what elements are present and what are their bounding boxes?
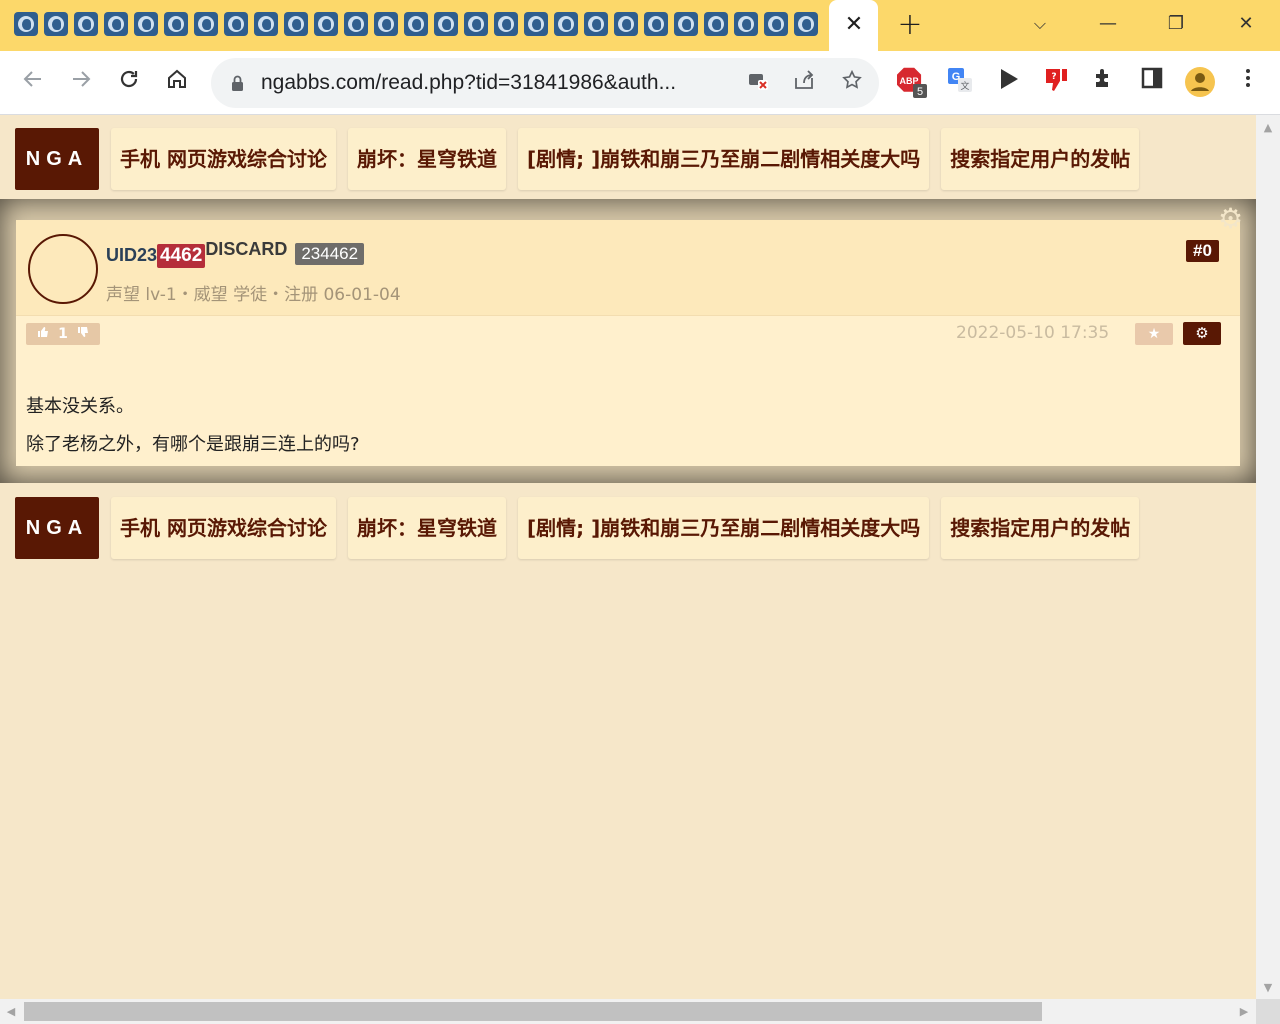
tab-favicon-icon[interactable] — [284, 12, 308, 36]
tab-favicon-icon[interactable] — [254, 12, 278, 36]
svg-text:?: ? — [1051, 72, 1056, 82]
username[interactable]: UID23 4462 DISCARD 234462 — [106, 239, 365, 268]
vote-count: 1 — [58, 326, 68, 342]
post-header: UID23 4462 DISCARD 234462 声望 lv-1・威望 学徒・… — [16, 202, 1243, 316]
browser-toolbar: ngabbs.com/read.php?tid=31841986&auth... — [0, 51, 1280, 115]
tab-favicon-icon[interactable] — [344, 12, 368, 36]
horizontal-scrollbar[interactable]: ◀ ▶ — [0, 999, 1256, 1024]
tab-favicon-icon[interactable] — [794, 12, 818, 36]
address-bar[interactable]: ngabbs.com/read.php?tid=31841986&auth... — [211, 58, 879, 108]
tab-favicon-icon[interactable] — [14, 12, 38, 36]
floor-number[interactable]: #0 — [1186, 240, 1219, 262]
scroll-right-arrow-icon[interactable]: ▶ — [1236, 1005, 1252, 1018]
post-content: 基本没关系。 除了老杨之外，有哪个是跟崩三连上的吗? — [26, 388, 360, 464]
tab-favicon-icon[interactable] — [674, 12, 698, 36]
lock-icon[interactable] — [231, 75, 244, 91]
play-icon[interactable] — [993, 66, 1023, 98]
favorite-star-icon[interactable]: ★ — [1135, 323, 1173, 345]
side-panel-icon[interactable] — [1137, 66, 1167, 98]
tab-favicon-icon[interactable] — [164, 12, 188, 36]
scroll-up-arrow-icon[interactable]: ▲ — [1260, 121, 1276, 134]
scroll-left-arrow-icon[interactable]: ◀ — [3, 1005, 19, 1018]
home-icon[interactable] — [160, 66, 194, 100]
breadcrumb-bottom: NGA 手机 网页游戏综合讨论 崩坏：星穹铁道 [剧情; ]崩铁和崩三乃至崩二剧… — [15, 497, 1140, 559]
post-settings-gear-icon[interactable]: ⚙ — [1183, 322, 1221, 345]
extensions-icon[interactable] — [1089, 66, 1119, 98]
nav-subforum-link[interactable]: 崩坏：星穹铁道 — [347, 128, 506, 190]
thumbs-down-icon[interactable] — [77, 326, 89, 342]
tab-favicon-icon[interactable] — [464, 12, 488, 36]
tab-favicon-icon[interactable] — [734, 12, 758, 36]
nga-logo[interactable]: NGA — [15, 497, 99, 559]
tab-favicon-icon[interactable] — [554, 12, 578, 36]
tab-favicon-icon[interactable] — [704, 12, 728, 36]
back-icon[interactable] — [16, 66, 50, 100]
tab-favicon-icon[interactable] — [584, 12, 608, 36]
scrollbar-corner — [1256, 999, 1280, 1024]
post-card: UID23 4462 DISCARD 234462 声望 lv-1・威望 学徒・… — [16, 202, 1243, 466]
uid-badge[interactable]: 234462 — [295, 243, 365, 265]
camera-blocked-icon[interactable] — [744, 69, 772, 97]
avatar[interactable] — [28, 234, 98, 304]
tab-favicon-icon[interactable] — [314, 12, 338, 36]
profile-icon[interactable] — [1184, 66, 1215, 98]
tab-favicon-icon[interactable] — [374, 12, 398, 36]
nav-forum-link[interactable]: 手机 网页游戏综合讨论 — [111, 128, 336, 190]
uid-highlight: 4462 — [157, 244, 206, 268]
tab-favicon-icon[interactable] — [134, 12, 158, 36]
thumbs-up-icon[interactable] — [37, 326, 49, 342]
tab-favicon-icon[interactable] — [494, 12, 518, 36]
close-window-button[interactable]: ✕ — [1229, 8, 1263, 40]
dislike-icon[interactable]: ? — [1041, 66, 1071, 98]
reload-icon[interactable] — [112, 66, 146, 100]
tab-favicon-icon[interactable] — [434, 12, 458, 36]
settings-faint-icon[interactable]: ⚙ — [1218, 202, 1243, 235]
tab-close-icon[interactable]: ✕ — [842, 11, 866, 39]
tab-favicon-icon[interactable] — [404, 12, 428, 36]
tab-favicon-icon[interactable] — [644, 12, 668, 36]
minimize-button[interactable]: — — [1091, 8, 1125, 40]
tab-favicon-icon[interactable] — [224, 12, 248, 36]
nav-search-user-posts-link[interactable]: 搜索指定用户的发帖 — [941, 128, 1140, 190]
post-timestamp: 2022-05-10 17:35 — [956, 323, 1110, 343]
breadcrumb-top: NGA 手机 网页游戏综合讨论 崩坏：星穹铁道 [剧情; ]崩铁和崩三乃至崩二剧… — [15, 128, 1140, 190]
nav-subforum-link[interactable]: 崩坏：星穹铁道 — [347, 497, 506, 559]
tab-favicon-icon[interactable] — [44, 12, 68, 36]
extension-badge: 5 — [917, 86, 923, 98]
tab-favicon-icon[interactable] — [764, 12, 788, 36]
vote-widget: 1 — [26, 323, 100, 345]
nav-thread-link[interactable]: [剧情; ]崩铁和崩三乃至崩二剧情相关度大吗 — [517, 497, 930, 559]
tab-favicon-icon[interactable] — [614, 12, 638, 36]
post-content-line: 除了老杨之外，有哪个是跟崩三连上的吗? — [26, 434, 360, 455]
share-icon[interactable] — [790, 69, 818, 97]
tab-favicon-icon[interactable] — [194, 12, 218, 36]
restore-button[interactable]: ❐ — [1159, 8, 1193, 40]
uid-suffix: DISCARD — [205, 239, 288, 259]
menu-icon[interactable] — [1233, 66, 1263, 98]
bookmark-star-icon[interactable] — [838, 69, 866, 97]
horizontal-scroll-thumb[interactable] — [24, 1002, 1042, 1021]
url-text[interactable]: ngabbs.com/read.php?tid=31841986&auth... — [261, 58, 676, 108]
tab-favicon-list — [14, 12, 818, 36]
adblock-icon[interactable]: ABP 5 — [897, 66, 927, 98]
post-frame: UID23 4462 DISCARD 234462 声望 lv-1・威望 学徒・… — [0, 199, 1256, 483]
tab-favicon-icon[interactable] — [104, 12, 128, 36]
svg-text:文: 文 — [960, 80, 969, 92]
user-meta: 声望 lv-1・威望 学徒・注册 06-01-04 — [106, 285, 401, 305]
nga-logo[interactable]: NGA — [15, 128, 99, 190]
tab-favicon-icon[interactable] — [524, 12, 548, 36]
nav-thread-link[interactable]: [剧情; ]崩铁和崩三乃至崩二剧情相关度大吗 — [517, 128, 930, 190]
tab-search-icon[interactable]: ⌵ — [1023, 8, 1057, 40]
tab-favicon-icon[interactable] — [74, 12, 98, 36]
nav-search-user-posts-link[interactable]: 搜索指定用户的发帖 — [941, 497, 1140, 559]
vertical-scrollbar[interactable]: ▲ ▼ — [1256, 115, 1280, 999]
scroll-down-arrow-icon[interactable]: ▼ — [1260, 981, 1276, 994]
tab-strip: ✕ + ⌵ — ❐ ✕ — [0, 0, 1280, 51]
new-tab-button[interactable]: + — [896, 10, 924, 40]
nav-forum-link[interactable]: 手机 网页游戏综合讨论 — [111, 497, 336, 559]
translate-icon[interactable]: G文 — [945, 66, 975, 98]
post-content-line: 基本没关系。 — [26, 396, 134, 417]
uid-prefix: UID23 — [106, 245, 158, 265]
forward-icon[interactable] — [64, 66, 98, 100]
